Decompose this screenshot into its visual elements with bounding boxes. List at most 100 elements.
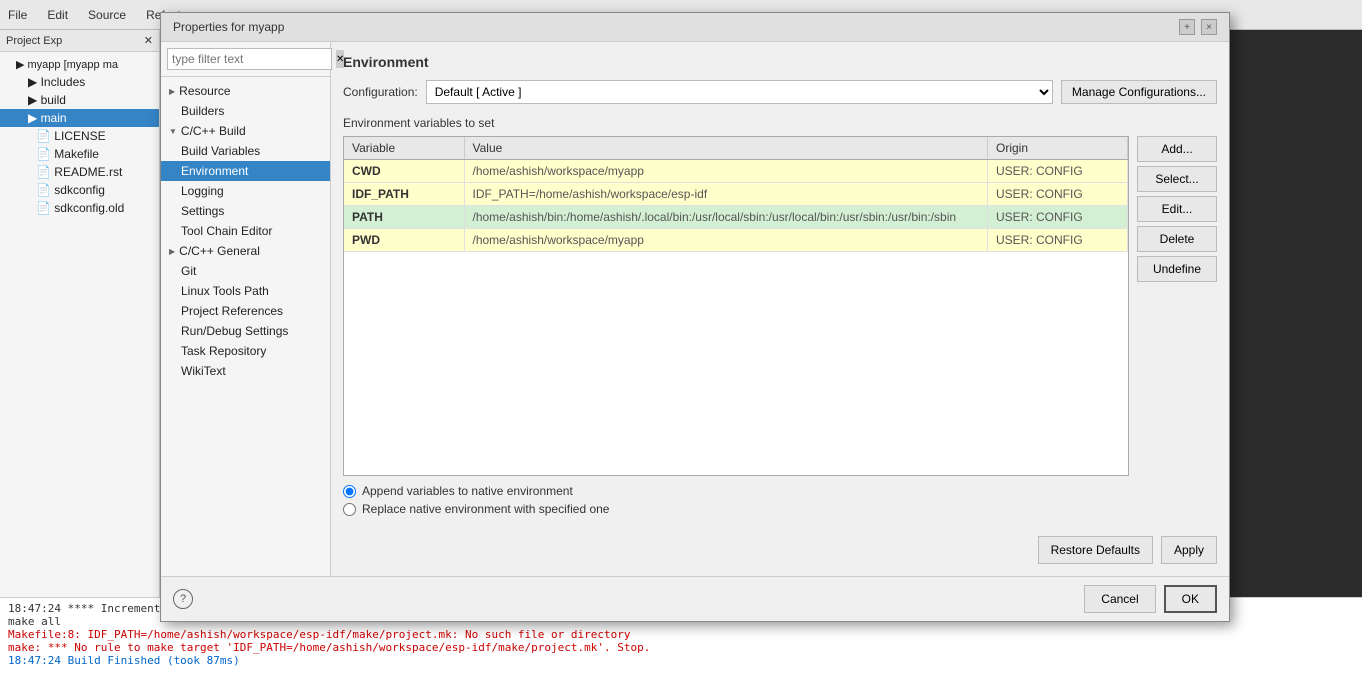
radio-replace[interactable]: Replace native environment with specifie… — [343, 502, 1217, 516]
tree-item-sdkconfig[interactable]: 📄 sdkconfig — [0, 181, 159, 199]
nav-item-git-label: Git — [181, 264, 196, 278]
nav-item-logging-label: Logging — [181, 184, 224, 198]
col-variable: Variable — [344, 137, 464, 160]
nav-item-linuxtools[interactable]: Linux Tools Path — [161, 281, 330, 301]
config-label: Configuration: — [343, 85, 418, 99]
resource-expand-icon: ▶ — [169, 87, 175, 96]
radio-append[interactable]: Append variables to native environment — [343, 484, 1217, 498]
project-explorer-title: Project Exp — [6, 35, 62, 47]
nav-item-taskrepo-label: Task Repository — [181, 344, 266, 358]
content-title: Environment — [343, 54, 1217, 70]
radio-group: Append variables to native environment R… — [343, 484, 1217, 520]
restore-defaults-button[interactable]: Restore Defaults — [1038, 536, 1153, 564]
radio-replace-label: Replace native environment with specifie… — [362, 502, 609, 516]
nav-item-resource[interactable]: ▶ Resource — [161, 81, 330, 101]
config-row: Configuration: Default [ Active ] Manage… — [343, 80, 1217, 104]
dialog-close-button[interactable]: × — [1201, 19, 1217, 35]
tree-item-sdkconfig-old[interactable]: 📄 sdkconfig.old — [0, 199, 159, 217]
select-button[interactable]: Select... — [1137, 166, 1217, 192]
nav-item-buildvars[interactable]: Build Variables — [161, 141, 330, 161]
console-line-5: 18:47:24 Build Finished (took 87ms) — [8, 654, 1354, 667]
nav-item-projrefs-label: Project References — [181, 304, 283, 318]
cppbuild-expand-icon: ▼ — [169, 127, 177, 136]
dialog-footer: ? Cancel OK — [161, 576, 1229, 621]
nav-item-cppgeneral-label: C/C++ General — [179, 244, 260, 258]
nav-item-cppbuild-label: C/C++ Build — [181, 124, 246, 138]
nav-item-rundebug[interactable]: Run/Debug Settings — [161, 321, 330, 341]
nav-item-wikitext[interactable]: WikiText — [161, 361, 330, 381]
undefine-button[interactable]: Undefine — [1137, 256, 1217, 282]
nav-item-toolchain[interactable]: Tool Chain Editor — [161, 221, 330, 241]
nav-panel: ✕ ▶ Resource Builders ▼ C/C++ Build — [161, 42, 331, 576]
col-origin: Origin — [988, 137, 1128, 160]
menu-edit[interactable]: Edit — [43, 6, 72, 24]
nav-item-settings-label: Settings — [181, 204, 224, 218]
tree-item-makefile[interactable]: 📄 Makefile — [0, 145, 159, 163]
console-line-4: make: *** No rule to make target 'IDF_PA… — [8, 641, 1354, 654]
filter-input[interactable] — [167, 48, 332, 70]
nav-item-git[interactable]: Git — [161, 261, 330, 281]
help-icon[interactable]: ? — [173, 589, 193, 609]
dialog-maximize-button[interactable]: + — [1179, 19, 1195, 35]
var-cwd-name: CWD — [344, 160, 464, 183]
tree-item-includes[interactable]: ▶ Includes — [0, 73, 159, 91]
radio-replace-input[interactable] — [343, 503, 356, 516]
nav-item-cppgeneral[interactable]: ▶ C/C++ General — [161, 241, 330, 261]
apply-button[interactable]: Apply — [1161, 536, 1217, 564]
menu-file[interactable]: File — [4, 6, 31, 24]
var-path-name: PATH — [344, 206, 464, 229]
var-pwd-origin: USER: CONFIG — [988, 229, 1128, 252]
col-value: Value — [464, 137, 988, 160]
tree-item-main[interactable]: ▶ main — [0, 109, 159, 127]
tree-item-build[interactable]: ▶ build — [0, 91, 159, 109]
properties-dialog: Properties for myapp + × ✕ ▶ Resource Bu… — [160, 12, 1230, 622]
menu-source[interactable]: Source — [84, 6, 130, 24]
filter-bar: ✕ — [161, 42, 330, 77]
var-table: Variable Value Origin CWD /home/ashish/w… — [344, 137, 1128, 252]
var-path-value: /home/ashish/bin:/home/ashish/.local/bin… — [464, 206, 988, 229]
nav-tree: ▶ Resource Builders ▼ C/C++ Build Build … — [161, 77, 330, 576]
nav-item-environment[interactable]: Environment — [161, 161, 330, 181]
project-explorer-close[interactable]: ✕ — [144, 34, 153, 47]
tree-item-myapp[interactable]: ▶ myapp [myapp ma — [0, 56, 159, 73]
action-buttons: Add... Select... Edit... Delete Undefine — [1137, 136, 1217, 476]
cancel-button[interactable]: Cancel — [1084, 585, 1155, 613]
radio-append-input[interactable] — [343, 485, 356, 498]
table-row[interactable]: IDF_PATH IDF_PATH=/home/ashish/workspace… — [344, 183, 1128, 206]
nav-item-buildvars-label: Build Variables — [181, 144, 260, 158]
table-row[interactable]: PWD /home/ashish/workspace/myapp USER: C… — [344, 229, 1128, 252]
project-explorer-header: Project Exp ✕ — [0, 30, 159, 52]
radio-append-label: Append variables to native environment — [362, 484, 573, 498]
nav-item-settings[interactable]: Settings — [161, 201, 330, 221]
dialog-titlebar: Properties for myapp + × — [161, 13, 1229, 42]
delete-button[interactable]: Delete — [1137, 226, 1217, 252]
project-tree: ▶ myapp [myapp ma ▶ Includes ▶ build ▶ m… — [0, 52, 159, 221]
add-button[interactable]: Add... — [1137, 136, 1217, 162]
var-idfpath-name: IDF_PATH — [344, 183, 464, 206]
dialog-title: Properties for myapp — [173, 20, 284, 34]
table-row[interactable]: CWD /home/ashish/workspace/myapp USER: C… — [344, 160, 1128, 183]
nav-item-cppbuild[interactable]: ▼ C/C++ Build — [161, 121, 330, 141]
tree-item-readme[interactable]: 📄 README.rst — [0, 163, 159, 181]
nav-item-environment-label: Environment — [181, 164, 248, 178]
tree-item-license[interactable]: 📄 LICENSE — [0, 127, 159, 145]
nav-item-taskrepo[interactable]: Task Repository — [161, 341, 330, 361]
nav-item-projrefs[interactable]: Project References — [161, 301, 330, 321]
nav-item-builders[interactable]: Builders — [161, 101, 330, 121]
var-pwd-name: PWD — [344, 229, 464, 252]
var-idfpath-origin: USER: CONFIG — [988, 183, 1128, 206]
manage-configurations-button[interactable]: Manage Configurations... — [1061, 80, 1217, 104]
nav-item-resource-label: Resource — [179, 84, 230, 98]
var-idfpath-value: IDF_PATH=/home/ashish/workspace/esp-idf — [464, 183, 988, 206]
nav-item-rundebug-label: Run/Debug Settings — [181, 324, 288, 338]
table-row[interactable]: PATH /home/ashish/bin:/home/ashish/.loca… — [344, 206, 1128, 229]
var-pwd-value: /home/ashish/workspace/myapp — [464, 229, 988, 252]
var-cwd-value: /home/ashish/workspace/myapp — [464, 160, 988, 183]
config-select[interactable]: Default [ Active ] — [426, 80, 1053, 104]
nav-item-linuxtools-label: Linux Tools Path — [181, 284, 269, 298]
var-table-container: Variable Value Origin CWD /home/ashish/w… — [343, 136, 1129, 476]
edit-button[interactable]: Edit... — [1137, 196, 1217, 222]
ok-button[interactable]: OK — [1164, 585, 1217, 613]
nav-item-logging[interactable]: Logging — [161, 181, 330, 201]
var-path-origin: USER: CONFIG — [988, 206, 1128, 229]
